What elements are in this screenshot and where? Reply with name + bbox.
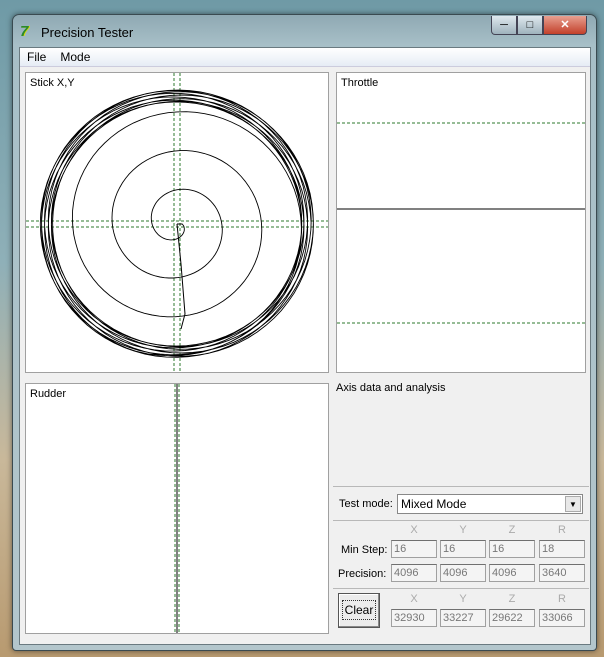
minimize-button[interactable]: ─ — [491, 16, 517, 35]
dropdown-arrow-icon[interactable]: ▼ — [565, 496, 581, 512]
min-step-label: Min Step: — [341, 544, 388, 556]
close-button[interactable]: ✕ — [543, 16, 587, 35]
throttle-plot — [337, 122, 585, 324]
rudder-plot — [174, 384, 180, 633]
min-step-field: 16 — [391, 540, 437, 558]
col-header: Y — [459, 593, 467, 605]
test-mode-value: Mixed Mode — [401, 497, 467, 511]
rudder-panel: Rudder — [25, 383, 329, 634]
client-area: File Mode Stick X,Y Throttle Rudder Axis … — [19, 47, 591, 645]
precision-field: 4096 — [391, 564, 437, 582]
col-header: Y — [459, 524, 467, 536]
current-value-field: 29622 — [489, 609, 535, 627]
test-mode-label: Test mode: — [339, 498, 393, 510]
col-header: X — [410, 524, 418, 536]
current-value-field: 33227 — [440, 609, 486, 627]
col-header: R — [558, 524, 566, 536]
current-value-field: 33066 — [539, 609, 585, 627]
stick-trace — [39, 89, 314, 358]
col-header: X — [410, 593, 418, 605]
precision-label: Precision: — [338, 568, 387, 580]
precision-field: 4096 — [489, 564, 535, 582]
stick-xy-panel: Stick X,Y — [25, 72, 329, 373]
window-title: Precision Tester — [41, 25, 134, 40]
stick-xy-plot — [26, 73, 328, 372]
throttle-panel: Throttle — [336, 72, 586, 373]
app-window: 7 Precision Tester ─ □ ✕ File Mode Stick … — [12, 14, 597, 651]
divider — [333, 520, 589, 521]
col-header: Z — [508, 524, 516, 536]
divider — [333, 588, 589, 589]
clear-label: Clear — [341, 600, 377, 620]
current-value-field: 32930 — [391, 609, 437, 627]
min-step-field: 16 — [440, 540, 486, 558]
analysis-label: Axis data and analysis — [336, 382, 446, 394]
precision-field: 3640 — [539, 564, 585, 582]
maximize-button[interactable]: □ — [517, 16, 543, 35]
app-logo-icon: 7 — [20, 23, 29, 40]
col-header: R — [558, 593, 566, 605]
menu-file[interactable]: File — [20, 48, 53, 66]
min-step-field: 16 — [489, 540, 535, 558]
col-header: Z — [508, 593, 516, 605]
precision-field: 4096 — [440, 564, 486, 582]
clear-button[interactable]: Clear — [338, 593, 380, 628]
test-mode-select[interactable]: Mixed Mode ▼ — [397, 494, 583, 514]
menu-bar: File Mode — [20, 48, 590, 67]
min-step-field: 18 — [539, 540, 585, 558]
analysis-area: Axis data and analysis — [333, 379, 589, 487]
menu-mode[interactable]: Mode — [53, 48, 97, 66]
